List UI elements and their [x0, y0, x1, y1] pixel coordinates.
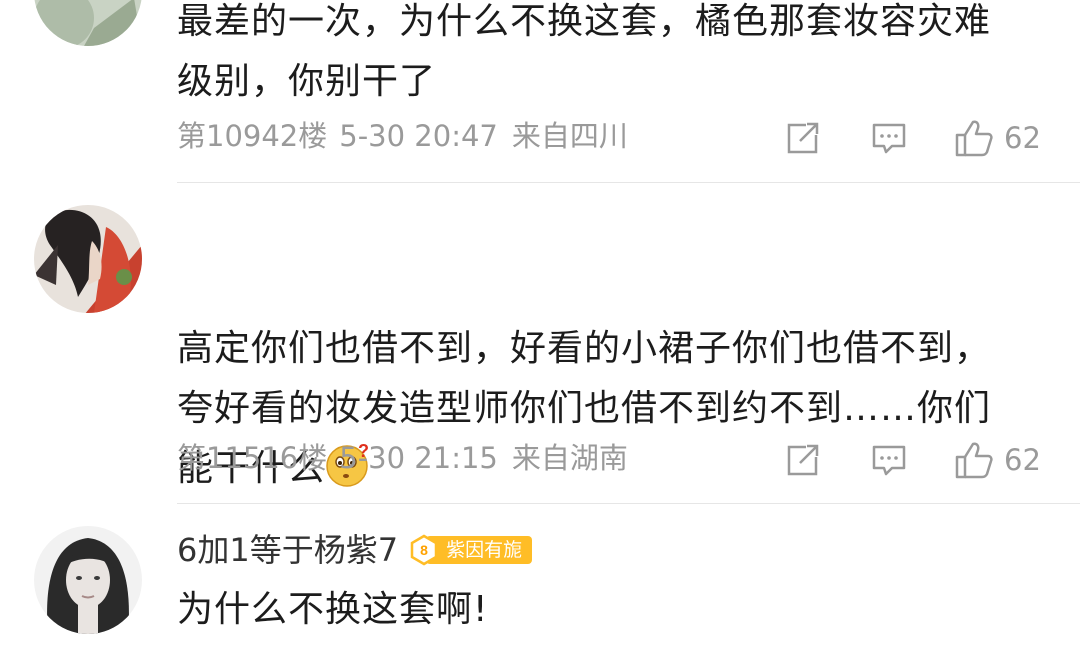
like-count: 62 — [1004, 121, 1041, 155]
share-button[interactable] — [784, 118, 822, 158]
comment-item: 最差的一次，为什么不换这套，橘色那套妆容灾难 级别，你别干了 第10942楼 5-… — [0, 0, 1080, 182]
action-bar: 62 — [780, 440, 1050, 480]
comment-icon — [872, 445, 906, 476]
avatar[interactable] — [34, 526, 142, 634]
username-text[interactable]: 6加1等于杨紫7 — [177, 530, 398, 570]
share-icon — [787, 444, 819, 476]
comment-meta: 第10942楼 5-30 20:47 来自四川 — [177, 118, 642, 154]
share-button[interactable] — [784, 440, 822, 480]
username: 6加1等于杨紫7 8 紫因有旎 — [177, 530, 533, 570]
reply-button[interactable] — [870, 118, 908, 158]
like-button[interactable]: 62 — [954, 118, 1041, 158]
comment-text: 为什么不换这套啊! — [177, 589, 489, 630]
reply-button[interactable] — [870, 440, 908, 480]
comment-icon — [872, 123, 906, 154]
timestamp: 5-30 21:15 — [339, 441, 498, 475]
share-icon — [787, 122, 819, 154]
fan-badge[interactable]: 8 紫因有旎 — [408, 534, 533, 566]
floor-number: 第10942楼 — [177, 119, 328, 153]
like-icon — [955, 120, 993, 157]
comment-item: 高定你们也借不到，好看的小裙子你们也借不到， 夸好看的妆发造型师你们也借不到约不… — [0, 183, 1080, 503]
badge-level: 8 — [420, 542, 428, 558]
avatar[interactable] — [34, 0, 142, 46]
action-bar: 62 — [780, 118, 1050, 158]
badge-level-icon: 8 — [410, 534, 438, 566]
comment-text: 最差的一次，为什么不换这套，橘色那套妆容灾难 级别，你别干了 — [177, 1, 992, 102]
like-button[interactable]: 62 — [954, 440, 1041, 480]
location: 来自四川 — [511, 119, 628, 153]
timestamp: 5-30 20:47 — [339, 119, 498, 153]
like-count: 62 — [1004, 443, 1041, 477]
comment-meta: 第11516楼 5-30 21:15 来自湖南 — [177, 440, 642, 476]
floor-number: 第11516楼 — [177, 441, 328, 475]
comment-item: 6加1等于杨紫7 8 紫因有旎 为什么不换这套啊! — [0, 504, 1080, 654]
avatar[interactable] — [34, 205, 142, 313]
location: 来自湖南 — [511, 441, 628, 475]
badge-label: 紫因有旎 — [426, 536, 533, 564]
like-icon — [955, 442, 993, 479]
